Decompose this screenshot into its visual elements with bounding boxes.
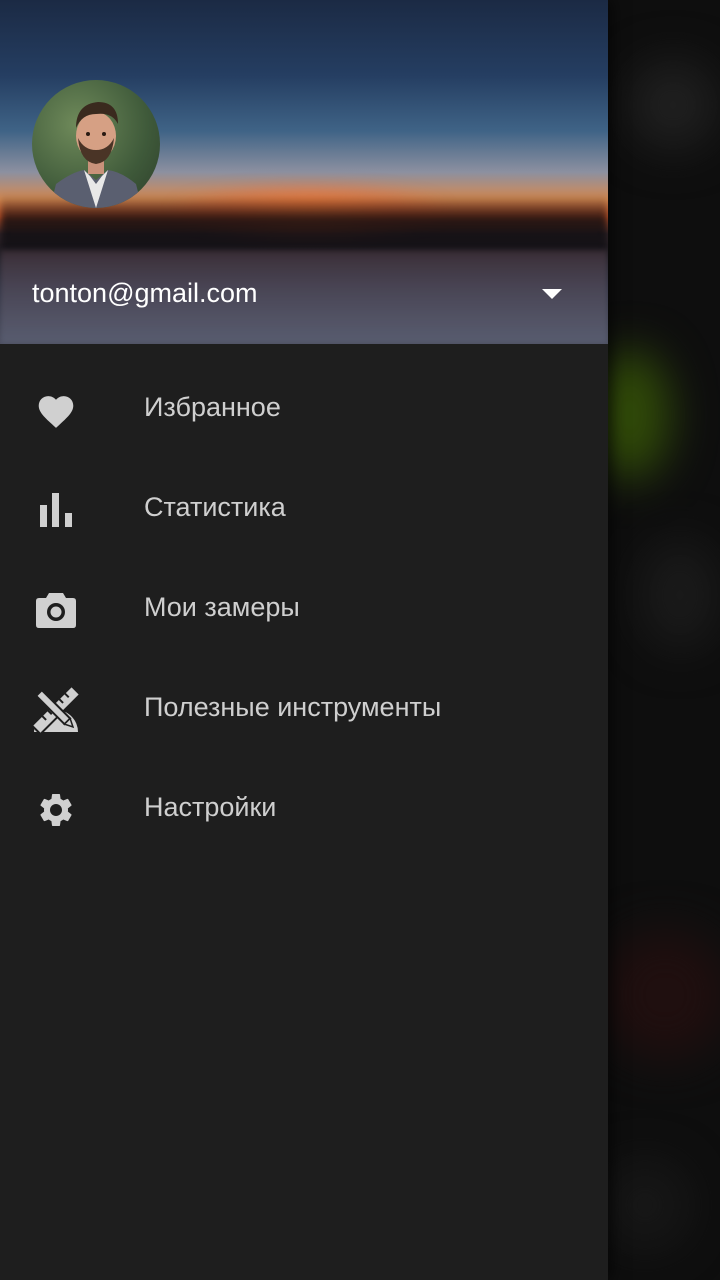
avatar-image (50, 102, 142, 208)
menu-item-my-measurements[interactable]: Мои замеры (0, 556, 608, 656)
bar-chart-icon (32, 486, 80, 534)
arrow-drop-down-icon (542, 289, 562, 299)
navigation-drawer: tonton@gmail.com Избранное Статистика Мо… (0, 0, 608, 1280)
account-email[interactable]: tonton@gmail.com (32, 277, 258, 309)
menu-item-label: Избранное (144, 392, 281, 422)
menu-item-label: Мои замеры (144, 592, 300, 622)
menu-item-label: Статистика (144, 492, 286, 522)
menu-item-statistics[interactable]: Статистика (0, 456, 608, 556)
menu-item-favorites[interactable]: Избранное (0, 356, 608, 456)
avatar[interactable] (32, 80, 160, 208)
camera-icon (32, 586, 80, 634)
menu-item-label: Настройки (144, 792, 277, 822)
ruler-pencil-icon (32, 686, 80, 734)
account-dropdown-toggle[interactable] (532, 280, 572, 308)
gear-icon (32, 786, 80, 834)
drawer-menu: Избранное Статистика Мои замеры Полезные… (0, 356, 608, 856)
heart-icon (32, 386, 80, 434)
menu-item-settings[interactable]: Настройки (0, 756, 608, 856)
drawer-header: tonton@gmail.com (0, 0, 608, 344)
menu-item-useful-tools[interactable]: Полезные инструменты (0, 656, 608, 756)
menu-item-label: Полезные инструменты (144, 692, 442, 722)
